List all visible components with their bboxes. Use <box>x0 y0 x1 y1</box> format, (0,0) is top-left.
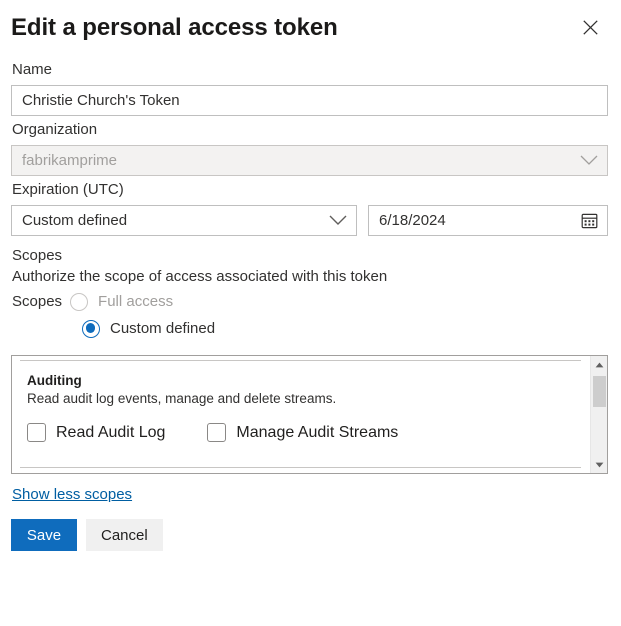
scopes-description: Authorize the scope of access associated… <box>12 266 610 287</box>
expiration-preset-dropdown[interactable]: Custom defined <box>11 205 357 236</box>
name-label: Name <box>12 60 610 80</box>
expiration-row: Custom defined 6/18/2024 <box>11 205 610 236</box>
scope-group-description: Read audit log events, manage and delete… <box>27 390 589 408</box>
scopes-list-box: Auditing Read audit log events, manage a… <box>11 355 608 474</box>
radio-full-access <box>70 293 88 311</box>
name-input-value: Christie Church's Token <box>22 93 180 108</box>
cancel-button[interactable]: Cancel <box>86 519 163 551</box>
radio-label-full-access: Full access <box>98 293 173 310</box>
checkbox-label-read-audit-log: Read Audit Log <box>56 424 165 442</box>
expiration-preset-value: Custom defined <box>22 212 127 229</box>
show-less-scopes-link[interactable]: Show less scopes <box>12 486 132 503</box>
scopes-bottom-divider <box>20 467 581 468</box>
scopes-scroll-area: Auditing Read audit log events, manage a… <box>12 356 589 473</box>
organization-label: Organization <box>12 120 610 140</box>
scope-group-checkboxes: Read Audit Log Manage Audit Streams <box>27 423 589 442</box>
scrollbar-thumb[interactable] <box>593 376 606 407</box>
edit-pat-dialog: Edit a personal access token Name Christ… <box>0 0 621 626</box>
calendar-icon[interactable] <box>581 212 598 229</box>
radio-label-custom-defined: Custom defined <box>110 320 215 337</box>
dialog-header: Edit a personal access token <box>11 0 610 56</box>
chevron-down-icon <box>329 215 347 226</box>
scopes-radio-row-full-access[interactable]: Scopes Full access <box>11 288 610 315</box>
scopes-radio-row-custom-defined[interactable]: Custom defined <box>11 315 610 342</box>
scopes-heading: Scopes <box>12 245 610 266</box>
scopes-inline-label: Scopes <box>12 293 62 310</box>
checkbox-item-manage-audit-streams[interactable]: Manage Audit Streams <box>207 423 398 442</box>
chevron-down-icon <box>580 155 598 166</box>
scope-group-auditing: Auditing Read audit log events, manage a… <box>12 361 589 442</box>
checkbox-item-read-audit-log[interactable]: Read Audit Log <box>27 423 165 442</box>
caret-down-icon[interactable] <box>591 456 607 473</box>
name-input[interactable]: Christie Church's Token <box>11 85 608 116</box>
radio-custom-defined[interactable] <box>82 320 100 338</box>
close-icon <box>582 19 599 36</box>
scope-group-title: Auditing <box>27 372 589 389</box>
save-button[interactable]: Save <box>11 519 77 551</box>
dialog-actions: Save Cancel <box>11 519 610 551</box>
organization-dropdown: fabrikamprime <box>11 145 608 176</box>
page-title: Edit a personal access token <box>11 16 338 40</box>
checkbox-label-manage-audit-streams: Manage Audit Streams <box>236 424 398 442</box>
checkbox-read-audit-log[interactable] <box>27 423 46 442</box>
scopes-radio-group: Scopes Full access Custom defined <box>11 288 610 342</box>
expiration-date-input[interactable]: 6/18/2024 <box>368 205 608 236</box>
checkbox-manage-audit-streams[interactable] <box>207 423 226 442</box>
close-button[interactable] <box>573 10 607 44</box>
scopes-scrollbar[interactable] <box>590 356 607 473</box>
organization-value: fabrikamprime <box>22 152 117 169</box>
expiration-label: Expiration (UTC) <box>12 180 610 200</box>
expiration-date-value: 6/18/2024 <box>379 212 446 229</box>
caret-up-icon[interactable] <box>591 356 607 373</box>
